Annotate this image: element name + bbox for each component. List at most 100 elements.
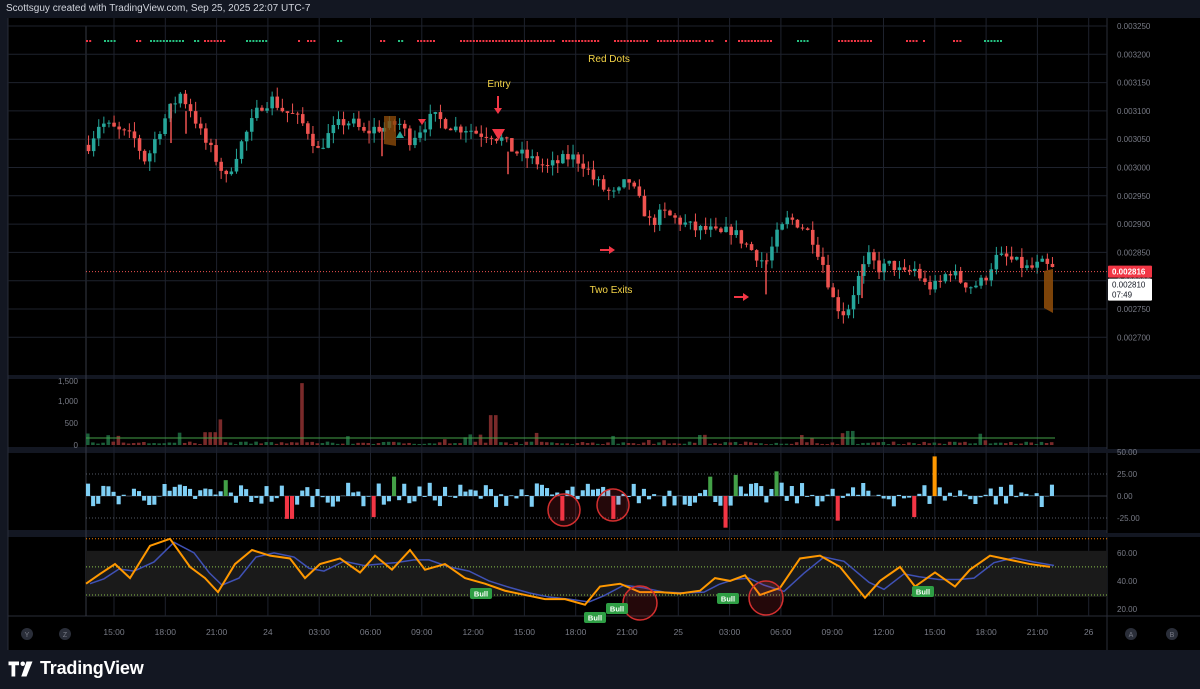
chart-canvas[interactable]: Bull Bull Bull Bull Bull 15:00 18:00 21:00 24 03…: [0, 18, 1200, 650]
volume-bar: [636, 444, 641, 445]
tradingview-brand[interactable]: TradingView: [8, 658, 144, 679]
candle-body: [836, 297, 841, 312]
volume-bar: [825, 444, 830, 445]
signal-dot: [258, 40, 261, 42]
candle-body: [657, 209, 662, 225]
candle-body: [204, 128, 208, 143]
signal-dot: [460, 40, 462, 42]
osc-bar: [162, 484, 167, 496]
candle-body: [703, 225, 708, 230]
volume-bar: [86, 433, 90, 445]
price-tick-label: 0.003250: [1117, 22, 1151, 31]
osc-bar: [774, 471, 779, 496]
candle-body: [244, 131, 249, 142]
signal-dot: [429, 40, 432, 42]
osc-bar: [590, 489, 595, 496]
candle-body: [270, 96, 274, 109]
signal-dot: [313, 40, 316, 42]
volume-bar: [580, 442, 585, 445]
signal-dot: [568, 40, 571, 42]
volume-pane-bg: [8, 376, 1107, 447]
volume-bar: [947, 441, 952, 445]
osc-highlight-circle-1: [596, 488, 630, 522]
candle-body: [892, 260, 897, 271]
osc-bar: [427, 482, 432, 496]
price-tick-label: 0.003100: [1117, 107, 1151, 116]
candle-body: [453, 126, 458, 131]
volume-bar: [448, 443, 452, 445]
osc-bar: [769, 488, 774, 496]
price-pane-bg: [8, 18, 1107, 375]
axis-button-z[interactable]: Z: [59, 628, 71, 640]
candle-body: [816, 244, 820, 257]
osc-bar: [545, 488, 550, 496]
candle-body: [999, 253, 1004, 255]
volume-bar: [698, 434, 702, 445]
axis-button-b[interactable]: B: [1166, 628, 1178, 640]
volume-bar: [529, 441, 534, 445]
osc-bar: [335, 496, 340, 502]
time-tick-label: 15:00: [514, 627, 536, 637]
candle-body: [377, 126, 382, 132]
volume-bar: [473, 441, 478, 445]
osc-bar: [488, 489, 493, 496]
osc-bar: [96, 496, 101, 504]
signal-dot: [476, 40, 478, 42]
volume-bar: [188, 441, 192, 445]
osc-bar: [830, 488, 835, 496]
volume-bar: [386, 441, 391, 445]
volume-bar: [376, 443, 381, 445]
volume-bar: [371, 443, 376, 445]
volume-bar: [412, 443, 416, 445]
signal-dot: [803, 40, 806, 42]
candle-body: [851, 295, 856, 310]
osc-bar: [458, 484, 463, 496]
osc-bar: [483, 485, 488, 496]
volume-bar: [749, 442, 753, 445]
signal-dot: [923, 40, 925, 42]
volume-bar: [606, 442, 610, 445]
signal-dot: [520, 40, 523, 42]
volume-bar: [713, 443, 717, 445]
signal-dot: [800, 40, 803, 42]
osc-bar: [254, 496, 259, 498]
volume-bar: [91, 442, 95, 445]
osc-bar: [886, 496, 891, 500]
volume-bar: [443, 439, 447, 445]
axis-button-a[interactable]: A: [1125, 628, 1137, 640]
signal-dot: [463, 40, 466, 42]
candle-body: [137, 138, 142, 151]
volume-bar: [361, 442, 365, 445]
candle-body: [96, 126, 101, 139]
osc-bar: [320, 496, 325, 498]
signal-dot: [249, 40, 252, 42]
signal-dot: [504, 40, 507, 42]
candle-body: [183, 93, 188, 105]
volume-bar: [917, 444, 921, 445]
signal-dot: [984, 40, 986, 42]
signal-dot: [172, 40, 175, 42]
candle-body: [433, 112, 438, 114]
candle-body: [402, 123, 407, 129]
axis-button-y[interactable]: Y: [21, 628, 33, 640]
volume-tick-label: 1,000: [58, 397, 79, 406]
volume-bar: [233, 444, 238, 445]
volume-bar: [907, 442, 911, 445]
volume-bar: [514, 442, 518, 445]
signal-dot: [642, 40, 645, 42]
volume-bar: [759, 443, 763, 445]
volume-bar: [539, 441, 544, 445]
volume-bar: [499, 442, 503, 445]
osc-bar: [687, 496, 692, 506]
osc-bar: [284, 496, 289, 519]
osc-bar: [233, 496, 238, 503]
osc-bar: [779, 482, 784, 496]
volume-bar: [708, 443, 712, 445]
osc-tick-label: 50.00: [1117, 448, 1138, 457]
volume-bar: [249, 443, 253, 445]
candle-body: [1009, 256, 1014, 260]
volume-bar: [550, 442, 554, 445]
osc-bar: [784, 496, 789, 501]
osc-bar: [652, 494, 657, 496]
time-tick-label: 15:00: [924, 627, 946, 637]
